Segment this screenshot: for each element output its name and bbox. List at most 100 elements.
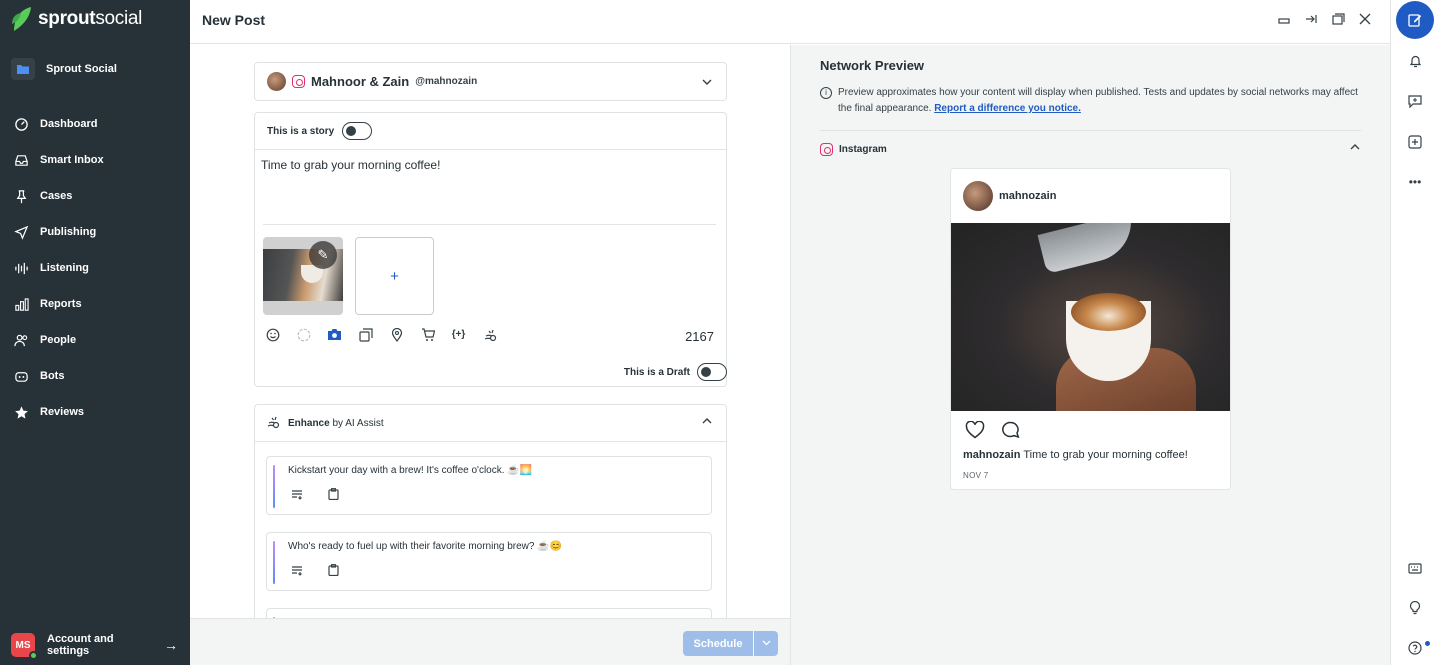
draft-label: This is a Draft [623,366,690,378]
chat-icon[interactable] [1408,94,1422,108]
ai-suggestion-card[interactable]: Who's ready to fuel up with their favori… [266,532,712,591]
nav-item-smart-inbox[interactable]: Smart Inbox [0,142,190,178]
keyboard-icon[interactable] [1408,561,1422,575]
media-thumbnail[interactable]: ✎ [263,237,343,315]
variable-braces-icon[interactable]: {+} [451,327,466,342]
nav-item-reports[interactable]: Reports [0,286,190,322]
story-toggle-row: This is a story [255,113,726,150]
bell-icon[interactable] [1408,54,1422,68]
people-icon [14,334,28,346]
post-header: mahnozain [951,169,1230,223]
chevron-down-icon[interactable] [702,75,712,89]
close-icon[interactable] [1358,12,1372,26]
minimize-icon[interactable] [1277,12,1291,26]
gif-icon[interactable] [296,327,311,342]
draft-toggle-row: This is a Draft [624,363,727,381]
bot-icon [15,371,28,382]
character-count: 2167 [685,329,714,344]
camera-icon[interactable] [327,327,342,342]
suggestion-actions [291,488,339,500]
compose-card: This is a story Time to grab your mornin… [254,112,727,387]
coffee-photo [951,223,1230,411]
help-icon[interactable] [1408,641,1422,655]
shopping-cart-icon[interactable] [420,327,435,342]
story-toggle[interactable] [342,122,373,140]
nav-item-dashboard[interactable]: Dashboard [0,106,190,142]
compose-panel: Mahnoor & Zain @mahnozain This is a stor… [190,45,790,665]
nav-label: Dashboard [40,118,98,130]
compose-button[interactable] [1396,1,1434,39]
emoji-icon[interactable] [265,327,280,342]
nav-item-publishing[interactable]: Publishing [0,214,190,250]
more-icon[interactable]: ••• [1408,175,1422,189]
post-text-area[interactable]: Time to grab your morning coffee! [261,158,440,172]
nav-item-reviews[interactable]: Reviews [0,394,190,430]
add-task-icon[interactable] [1408,135,1422,149]
insert-text-icon[interactable] [291,488,303,500]
lightbulb-icon[interactable] [1408,601,1422,615]
chevron-up-icon[interactable] [702,417,712,428]
suggestion-text: Who's ready to fuel up with their favori… [288,541,563,552]
insert-text-icon[interactable] [291,564,303,576]
draft-toggle[interactable] [697,363,727,381]
ai-assist-title: Enhance by AI Assist [288,417,384,429]
clipboard-icon[interactable] [327,564,339,576]
profile-handle: @mahnozain [415,76,478,87]
profile-selector[interactable]: Mahnoor & Zain @mahnozain [254,62,727,101]
star-icon [15,405,28,419]
nav-item-cases[interactable]: Cases [0,178,190,214]
instagram-icon [292,75,305,88]
gallery-icon[interactable] [358,327,373,342]
suggestion-accent-bar [273,465,275,508]
ai-assist-icon[interactable] [482,327,497,342]
location-icon[interactable] [389,327,404,342]
nav-label: Cases [40,190,73,202]
clipboard-icon[interactable] [327,488,339,500]
nav-label: Publishing [40,226,97,238]
latte-art-shape [1071,293,1146,331]
nav-label: Reviews [40,406,85,418]
network-section-header[interactable]: Instagram [820,143,887,156]
nav-item-bots[interactable]: Bots [0,358,190,394]
workspace-switcher[interactable]: Sprout Social [11,58,117,80]
nav-label: Smart Inbox [40,154,104,166]
preview-username: mahnozain [999,190,1057,202]
reports-icon [15,297,29,311]
profile-name: Mahnoor & Zain [311,74,410,89]
brand-wordmark: sproutsocial [38,8,143,29]
post-date: NOV 7 [963,471,989,480]
info-icon: i [820,87,832,99]
dashboard-icon [15,117,28,131]
report-difference-link[interactable]: Report a difference you notice. [934,103,1081,114]
suggestion-text: Kickstart your day with a brew! It's cof… [288,465,533,476]
suggestion-accent-bar [273,541,275,584]
avatar: MS [11,633,38,660]
inbox-icon [15,154,28,166]
arrow-right-icon: → [164,637,178,653]
page-title: New Post [202,12,266,28]
schedule-button[interactable]: Schedule [683,631,753,656]
post-actions [965,420,1020,444]
preview-avatar [963,181,993,211]
ai-assist-header[interactable]: Enhance by AI Assist [255,405,726,442]
schedule-options-dropdown[interactable] [754,631,778,656]
right-rail: ••• [1390,0,1438,665]
story-label: This is a story [267,125,335,137]
account-settings[interactable]: MS Account and settings → [0,628,190,662]
ai-suggestion-card[interactable]: Kickstart your day with a brew! It's cof… [266,456,712,515]
sprout-logo[interactable]: sproutsocial [10,6,142,32]
nav-label: Listening [40,262,89,274]
add-media-button[interactable]: + [355,237,434,315]
instagram-post-preview: mahnozain mahnozain Time to grab your mo… [950,168,1231,490]
comment-icon [1001,421,1020,444]
nav-item-listening[interactable]: Listening [0,250,190,286]
collapse-right-icon[interactable] [1304,12,1318,26]
chevron-up-icon[interactable] [1350,143,1360,154]
nav-item-people[interactable]: People [0,322,190,358]
compose-toolbar: {+} [265,327,497,342]
disclaimer-text: Preview approximates how your content wi… [838,87,1358,114]
network-preview-panel: Network Preview i Preview approximates h… [790,45,1390,665]
instagram-icon [820,143,833,156]
edit-pencil-icon[interactable]: ✎ [309,241,337,269]
popout-icon[interactable] [1331,12,1345,26]
